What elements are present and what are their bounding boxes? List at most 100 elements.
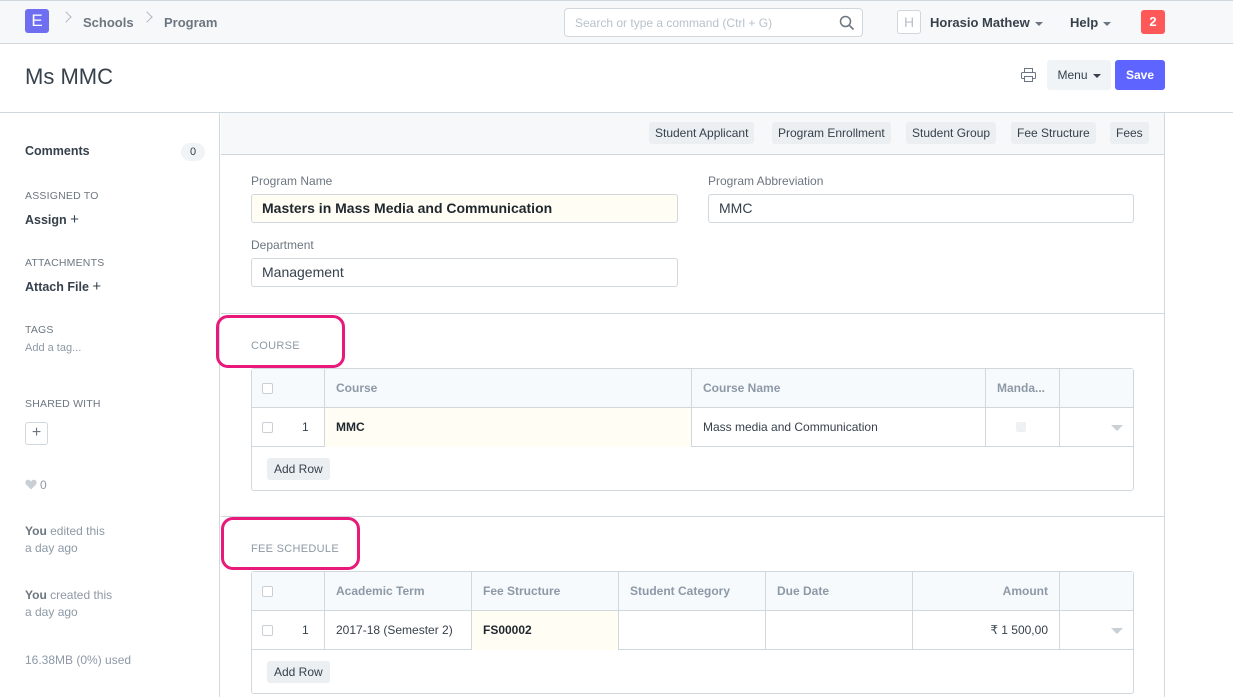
add-row-button[interactable]: Add Row bbox=[267, 661, 330, 683]
awesome-bar[interactable] bbox=[564, 8, 863, 37]
breadcrumb-program[interactable]: Program bbox=[164, 15, 217, 30]
assign-label: Assign bbox=[25, 213, 67, 227]
section-divider bbox=[221, 516, 1164, 517]
user-avatar[interactable]: H bbox=[897, 10, 921, 34]
activity-item: You created this a day ago bbox=[25, 587, 112, 621]
row-select-cell: 1 bbox=[252, 611, 325, 650]
add-row-button[interactable]: Add Row bbox=[267, 458, 330, 480]
program-abbreviation-label: Program Abbreviation bbox=[708, 174, 824, 188]
academic-term-cell[interactable]: 2017-18 (Semester 2) bbox=[325, 611, 472, 650]
due-date-cell[interactable] bbox=[766, 611, 913, 650]
attach-file-link[interactable]: Attach File + bbox=[25, 278, 101, 295]
app-logo[interactable]: E bbox=[25, 9, 49, 33]
link-program-enrollment[interactable]: Program Enrollment bbox=[772, 122, 891, 144]
activity-action: created this bbox=[46, 588, 113, 602]
mandatory-cell[interactable] bbox=[986, 408, 1060, 447]
search-input[interactable] bbox=[565, 9, 825, 36]
caret-down-icon bbox=[1034, 21, 1043, 26]
heart-icon[interactable] bbox=[25, 479, 37, 490]
link-fees[interactable]: Fees bbox=[1110, 122, 1149, 144]
add-tag-link[interactable]: Add a tag... bbox=[25, 342, 81, 354]
plus-icon: + bbox=[70, 211, 79, 228]
fee-schedule-table-header: Academic Term Fee Structure Student Cate… bbox=[252, 572, 1133, 611]
mandatory-checkbox[interactable] bbox=[1016, 422, 1026, 432]
form-sidebar: Comments 0 ASSIGNED TO Assign + ATTACHME… bbox=[0, 113, 220, 697]
program-name-label: Program Name bbox=[251, 174, 333, 188]
table-row[interactable]: 1 MMC Mass media and Communication bbox=[252, 408, 1133, 447]
storage-usage: 16.38MB (0%) used bbox=[25, 653, 132, 667]
plus-icon: + bbox=[31, 424, 42, 441]
program-abbreviation-field[interactable]: MMC bbox=[708, 194, 1134, 223]
course-table-header: Course Course Name Manda... bbox=[252, 369, 1133, 408]
print-icon[interactable] bbox=[1021, 68, 1036, 82]
notification-badge[interactable]: 2 bbox=[1141, 10, 1165, 34]
row-menu-cell[interactable] bbox=[1060, 408, 1133, 447]
caret-down-icon bbox=[1092, 73, 1101, 78]
header-spacer bbox=[1060, 369, 1133, 408]
user-menu[interactable]: Horasio Mathew bbox=[930, 15, 1043, 30]
activity-action: edited this bbox=[46, 524, 105, 538]
department-label: Department bbox=[251, 238, 314, 252]
activity-time: a day ago bbox=[25, 541, 78, 555]
course-name-cell[interactable]: Mass media and Communication bbox=[692, 408, 986, 447]
fee-structure-cell[interactable]: FS00002 bbox=[472, 611, 619, 650]
save-button[interactable]: Save bbox=[1115, 60, 1165, 90]
search-icon[interactable] bbox=[839, 15, 855, 31]
course-section-heading: COURSE bbox=[251, 340, 300, 352]
column-header-academic-term: Academic Term bbox=[325, 572, 472, 611]
share-add-button[interactable]: + bbox=[25, 422, 48, 445]
breadcrumb-schools[interactable]: Schools bbox=[83, 15, 134, 30]
plus-icon: + bbox=[92, 278, 102, 295]
amount-cell[interactable]: ₹ 1 500,00 bbox=[913, 611, 1060, 650]
department-field[interactable]: Management bbox=[251, 258, 678, 287]
section-divider bbox=[221, 313, 1164, 314]
attach-file-label: Attach File bbox=[25, 280, 89, 294]
student-category-cell[interactable] bbox=[619, 611, 766, 650]
column-header-amount: Amount bbox=[913, 572, 1060, 611]
link-student-group[interactable]: Student Group bbox=[906, 122, 997, 144]
select-all-cell bbox=[252, 369, 325, 408]
row-checkbox[interactable] bbox=[262, 625, 273, 636]
row-select-cell: 1 bbox=[252, 408, 325, 447]
program-name-field[interactable]: Masters in Mass Media and Communication bbox=[251, 194, 678, 223]
column-header-course: Course bbox=[325, 369, 692, 408]
link-fee-structure[interactable]: Fee Structure bbox=[1011, 122, 1096, 144]
caret-down-icon[interactable] bbox=[1111, 628, 1123, 634]
table-row[interactable]: 1 2017-18 (Semester 2) FS00002 ₹ 1 500,0… bbox=[252, 611, 1133, 650]
select-all-checkbox[interactable] bbox=[262, 383, 273, 394]
select-all-cell bbox=[252, 572, 325, 611]
link-student-applicant[interactable]: Student Applicant bbox=[649, 122, 755, 144]
row-index: 1 bbox=[302, 420, 309, 434]
row-menu-cell[interactable] bbox=[1060, 611, 1133, 650]
comments-label[interactable]: Comments bbox=[25, 144, 90, 158]
form-links-bar: Student Applicant Program Enrollment Stu… bbox=[221, 113, 1164, 155]
menu-button[interactable]: Menu bbox=[1047, 60, 1111, 90]
fee-schedule-section-heading: FEE SCHEDULE bbox=[251, 543, 339, 555]
menu-label: Menu bbox=[1057, 68, 1088, 82]
help-label: Help bbox=[1070, 15, 1099, 30]
chevron-right-icon bbox=[60, 11, 72, 23]
navbar: E Schools Program H Horasio Mathew Help … bbox=[0, 0, 1233, 44]
column-header-student-category: Student Category bbox=[619, 572, 766, 611]
help-menu[interactable]: Help bbox=[1070, 15, 1112, 30]
form-main: Student Applicant Program Enrollment Stu… bbox=[216, 113, 1165, 697]
select-all-checkbox[interactable] bbox=[262, 586, 273, 597]
assigned-to-label: ASSIGNED TO bbox=[25, 190, 99, 202]
user-name: Horasio Mathew bbox=[930, 15, 1030, 30]
chevron-right-icon bbox=[141, 11, 153, 23]
header-spacer bbox=[1060, 572, 1133, 611]
row-checkbox[interactable] bbox=[262, 422, 273, 433]
caret-down-icon bbox=[1103, 21, 1112, 26]
column-header-course-name: Course Name bbox=[692, 369, 986, 408]
tags-label: TAGS bbox=[25, 324, 54, 336]
activity-who: You bbox=[25, 524, 47, 538]
activity-item: You edited this a day ago bbox=[25, 523, 105, 557]
column-header-due-date: Due Date bbox=[766, 572, 913, 611]
caret-down-icon[interactable] bbox=[1111, 425, 1123, 431]
column-header-fee-structure: Fee Structure bbox=[472, 572, 619, 611]
course-cell[interactable]: MMC bbox=[325, 408, 692, 447]
fee-schedule-table: Academic Term Fee Structure Student Cate… bbox=[251, 571, 1134, 694]
activity-time: a day ago bbox=[25, 605, 78, 619]
assign-link[interactable]: Assign + bbox=[25, 211, 79, 228]
likes-count: 0 bbox=[40, 478, 47, 492]
